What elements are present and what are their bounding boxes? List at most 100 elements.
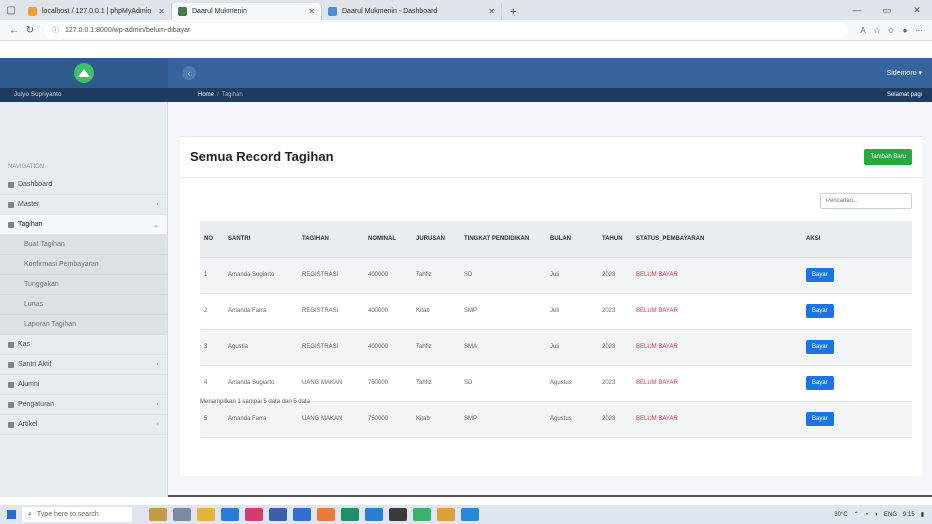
close-window-icon[interactable]: ✕ <box>902 0 932 20</box>
new-tab-icon[interactable]: + <box>502 3 524 20</box>
edge-icon[interactable] <box>221 508 239 521</box>
taskbar-app-icon[interactable] <box>389 508 407 521</box>
whatsapp-icon[interactable] <box>413 508 431 521</box>
read-aloud-icon[interactable]: A <box>856 26 870 35</box>
profile-icon[interactable]: ● <box>898 26 912 35</box>
file-explorer-icon[interactable] <box>197 508 215 521</box>
taskbar-search-placeholder: Type here to search <box>36 511 99 518</box>
cell-tagihan: UANG MAKAN <box>298 365 364 402</box>
task-view-icon[interactable] <box>173 508 191 521</box>
cell-tagihan: REGISTRASI <box>298 329 364 366</box>
minimize-icon[interactable]: — <box>842 0 872 20</box>
close-tab-icon[interactable]: ✕ <box>152 7 165 16</box>
browser-tools: A ☆ ✩ ● ⋯ <box>856 26 926 35</box>
taskbar-app-icon[interactable] <box>317 508 335 521</box>
url-input[interactable]: ⓘ 127.0.0.1:8000/wp-admin/belum-dibayar <box>44 22 848 38</box>
cell-bulan: Juli <box>546 257 598 294</box>
network-icon[interactable]: ◔ <box>865 512 869 518</box>
tray-arrow-icon[interactable]: ⌃ <box>854 511 859 518</box>
close-tab-icon[interactable]: ✕ <box>482 7 495 16</box>
browser-tab-daarul-active[interactable]: Daarul Mukmenin ✕ <box>172 3 322 20</box>
more-icon[interactable]: ⋯ <box>912 26 926 35</box>
sidebar: NAVIGATION Dashboard Master ‹ Tagihan ⌄ Bu… <box>0 102 168 497</box>
app-header: ‹ Sidemoro ▾ <box>0 58 932 88</box>
windows-icon <box>6 510 16 519</box>
address-bar-row: ← ↻ ⓘ 127.0.0.1:8000/wp-admin/belum-diba… <box>0 20 932 41</box>
volume-icon[interactable]: ◖ <box>874 512 878 518</box>
sidebar-toggle-icon[interactable]: ‹ <box>182 66 196 80</box>
user-menu[interactable]: Sidemoro ▾ <box>887 69 922 77</box>
cell-tingkat: SD <box>460 257 546 294</box>
sidebar-section-label: NAVIGATION <box>8 164 45 170</box>
cell-nominal: 750000 <box>364 365 412 402</box>
col-tagihan[interactable]: TAGIHAN <box>298 221 364 258</box>
search-input[interactable] <box>820 193 912 209</box>
chrome-icon[interactable] <box>341 508 359 521</box>
users-icon <box>8 361 14 368</box>
col-jurusan[interactable]: JURUSAN <box>412 221 460 258</box>
sidebar-item-label: Alumni <box>18 381 40 388</box>
chevron-left-icon: ‹ <box>156 201 159 208</box>
weather-text[interactable]: 30°C <box>834 512 847 518</box>
clock-text[interactable]: 9:15 <box>903 512 915 518</box>
cell-aksi: Bayar <box>802 365 912 402</box>
taskbar-search[interactable]: ⌕ Type here to search <box>22 507 132 522</box>
pay-button[interactable]: Bayar <box>806 268 834 282</box>
vscode-icon[interactable] <box>245 508 263 521</box>
reload-icon[interactable]: ↻ <box>22 25 38 36</box>
col-tingkat[interactable]: TINGKAT PENDIDIKAN <box>460 221 546 258</box>
notification-icon[interactable]: ▮ <box>921 511 924 518</box>
browser-tab-phpmyadmin[interactable]: localhost / 127.0.0.1 | phpMyAdmin ✕ <box>22 3 172 20</box>
col-aksi[interactable]: AKSI <box>802 221 912 258</box>
pay-button[interactable]: Bayar <box>806 304 834 318</box>
add-new-button[interactable]: Tambah Baru <box>864 149 912 165</box>
close-tab-icon[interactable]: ✕ <box>302 7 315 16</box>
col-bulan[interactable]: BULAN <box>546 221 598 258</box>
col-santri[interactable]: SANTRI <box>224 221 298 258</box>
sidebar-item-label: Santri Aktif <box>18 361 52 368</box>
sidebar-item-dashboard[interactable]: Dashboard <box>0 175 167 195</box>
status-badge: BELUM BAYAR <box>632 401 802 438</box>
table-row: 3 Agustia REGISTRASI 400000 Tahfiz SMA J… <box>200 329 912 366</box>
sidebar-subitem-buat-tagihan[interactable]: Buat Tagihan <box>0 235 167 255</box>
sidebar-item-master[interactable]: Master ‹ <box>0 195 167 215</box>
record-card: Semua Record Tagihan Tambah Baru NO SANT… <box>180 136 922 476</box>
sidebar-item-kas[interactable]: Kas <box>0 335 167 355</box>
pay-button[interactable]: Bayar <box>806 340 834 354</box>
col-nominal[interactable]: NOMINAL <box>364 221 412 258</box>
sidebar-subitem-tunggakan[interactable]: Tunggakan <box>0 275 167 295</box>
lang-text[interactable]: ENG <box>884 512 897 518</box>
maximize-icon[interactable]: ▭ <box>872 0 902 20</box>
col-status[interactable]: STATUS_PEMBAYARAN <box>632 221 802 258</box>
browser-tab-dashboard[interactable]: Daarul Mukmenin - Dashboard ✕ <box>322 3 502 20</box>
invoice-icon <box>8 221 14 228</box>
col-tahun[interactable]: TAHUN <box>598 221 632 258</box>
brand[interactable] <box>0 58 168 88</box>
collections-icon[interactable]: ✩ <box>884 26 898 35</box>
back-icon[interactable]: ← <box>6 25 22 36</box>
start-button[interactable] <box>0 510 22 519</box>
taskbar-app-icon[interactable] <box>437 508 455 521</box>
taskbar-app-icon[interactable] <box>365 508 383 521</box>
col-no[interactable]: NO <box>200 221 224 258</box>
sidebar-item-tagihan[interactable]: Tagihan ⌄ <box>0 215 167 235</box>
sidebar-item-alumni[interactable]: Alumni <box>0 375 167 395</box>
breadcrumb-home[interactable]: Home <box>198 92 214 98</box>
pay-button[interactable]: Bayar <box>806 412 834 426</box>
logo-icon <box>74 63 94 83</box>
taskbar-app-icon[interactable] <box>149 508 167 521</box>
sidebar-subitem-laporan[interactable]: Laporan Tagihan <box>0 315 167 335</box>
table-row: 2 Amanda Farra REGISTRASI 400000 Kitab S… <box>200 293 912 330</box>
taskbar-app-icon[interactable] <box>293 508 311 521</box>
favorite-icon[interactable]: ☆ <box>870 26 884 35</box>
cell-aksi: Bayar <box>802 293 912 330</box>
sidebar-item-artikel[interactable]: Artikel ‹ <box>0 415 167 435</box>
pay-button[interactable]: Bayar <box>806 376 834 390</box>
taskbar-app-icon[interactable] <box>461 508 479 521</box>
sidebar-item-pengaturan[interactable]: Pengaturan ‹ <box>0 395 167 415</box>
sidebar-subitem-lunas[interactable]: Lunas <box>0 295 167 315</box>
sidebar-item-santri[interactable]: Santri Aktif ‹ <box>0 355 167 375</box>
taskbar-app-icon[interactable] <box>269 508 287 521</box>
tab-menu-icon[interactable]: ▢ <box>0 0 22 20</box>
sidebar-subitem-konfirmasi[interactable]: Konfirmasi Pembayaran <box>0 255 167 275</box>
